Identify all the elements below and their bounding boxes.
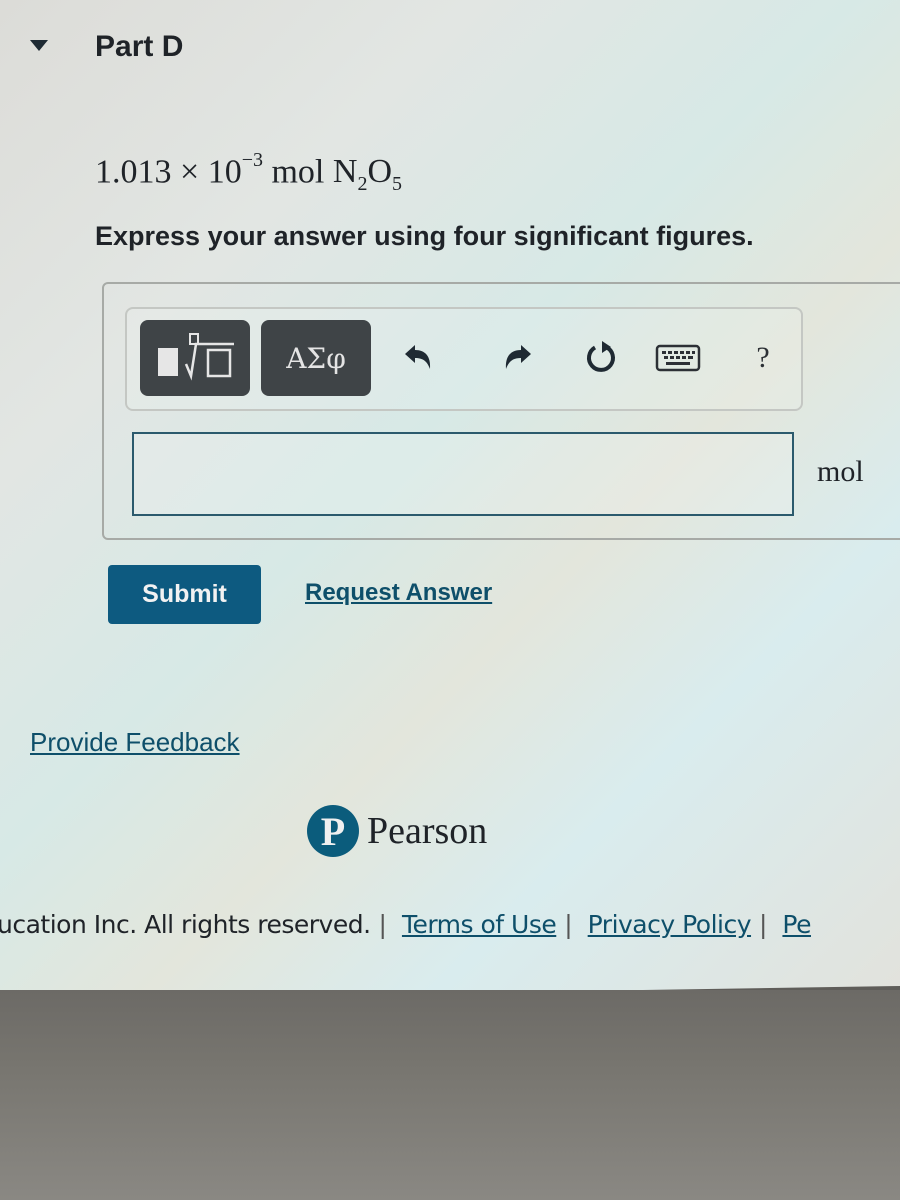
answer-unit: mol: [817, 455, 864, 488]
part-title[interactable]: Part D: [95, 30, 183, 64]
templates-button[interactable]: [140, 320, 250, 396]
keyboard-icon: [655, 344, 701, 372]
request-answer-link[interactable]: Request Answer: [305, 579, 492, 607]
terms-of-use-link[interactable]: Terms of Use: [402, 910, 557, 939]
subscript-o: 5: [392, 173, 402, 196]
pearson-name: Pearson: [367, 810, 488, 852]
divider: |: [759, 910, 767, 939]
species: N2O5: [332, 153, 402, 195]
exponent: −3: [241, 149, 263, 171]
reset-icon: [587, 341, 615, 372]
subscript-n: 2: [357, 173, 368, 196]
times-sign: ×: [180, 153, 200, 191]
copyright-text: ucation Inc. All rights reserved.: [0, 910, 371, 939]
help-icon: ?: [756, 341, 770, 374]
divider: |: [378, 910, 387, 939]
provide-feedback-link[interactable]: Provide Feedback: [30, 727, 240, 758]
instruction-text: Express your answer using four significa…: [95, 221, 754, 251]
pearson-logo-icon: P: [307, 805, 359, 857]
greek-letters-button[interactable]: ΑΣφ: [261, 320, 371, 396]
privacy-policy-link[interactable]: Privacy Policy: [588, 910, 752, 939]
undo-button[interactable]: [398, 338, 438, 378]
pearson-logo: P Pearson: [307, 805, 487, 857]
element-o: O: [367, 153, 392, 191]
coefficient: 1.013: [95, 153, 172, 191]
permissions-link[interactable]: Pe: [782, 910, 811, 939]
answer-input[interactable]: [132, 432, 794, 516]
undo-icon: [405, 345, 431, 369]
unit: mol: [271, 153, 325, 191]
footer: ucation Inc. All rights reserved. | Terms…: [0, 910, 811, 939]
base: 10: [207, 153, 242, 191]
element-n: N: [332, 153, 358, 191]
question-quantity: 1.013 × 10−3 mol N2O5: [95, 149, 402, 196]
redo-icon: [505, 345, 531, 369]
redo-button[interactable]: [498, 338, 538, 378]
submit-button[interactable]: Submit: [108, 565, 261, 624]
templates-icon: [158, 333, 234, 381]
divider: |: [564, 910, 573, 939]
help-button[interactable]: ?: [748, 338, 778, 378]
monitor-bezel: [0, 990, 900, 1200]
keyboard-button[interactable]: [652, 338, 704, 378]
collapse-caret-icon[interactable]: [30, 40, 48, 51]
reset-button[interactable]: [578, 338, 624, 378]
